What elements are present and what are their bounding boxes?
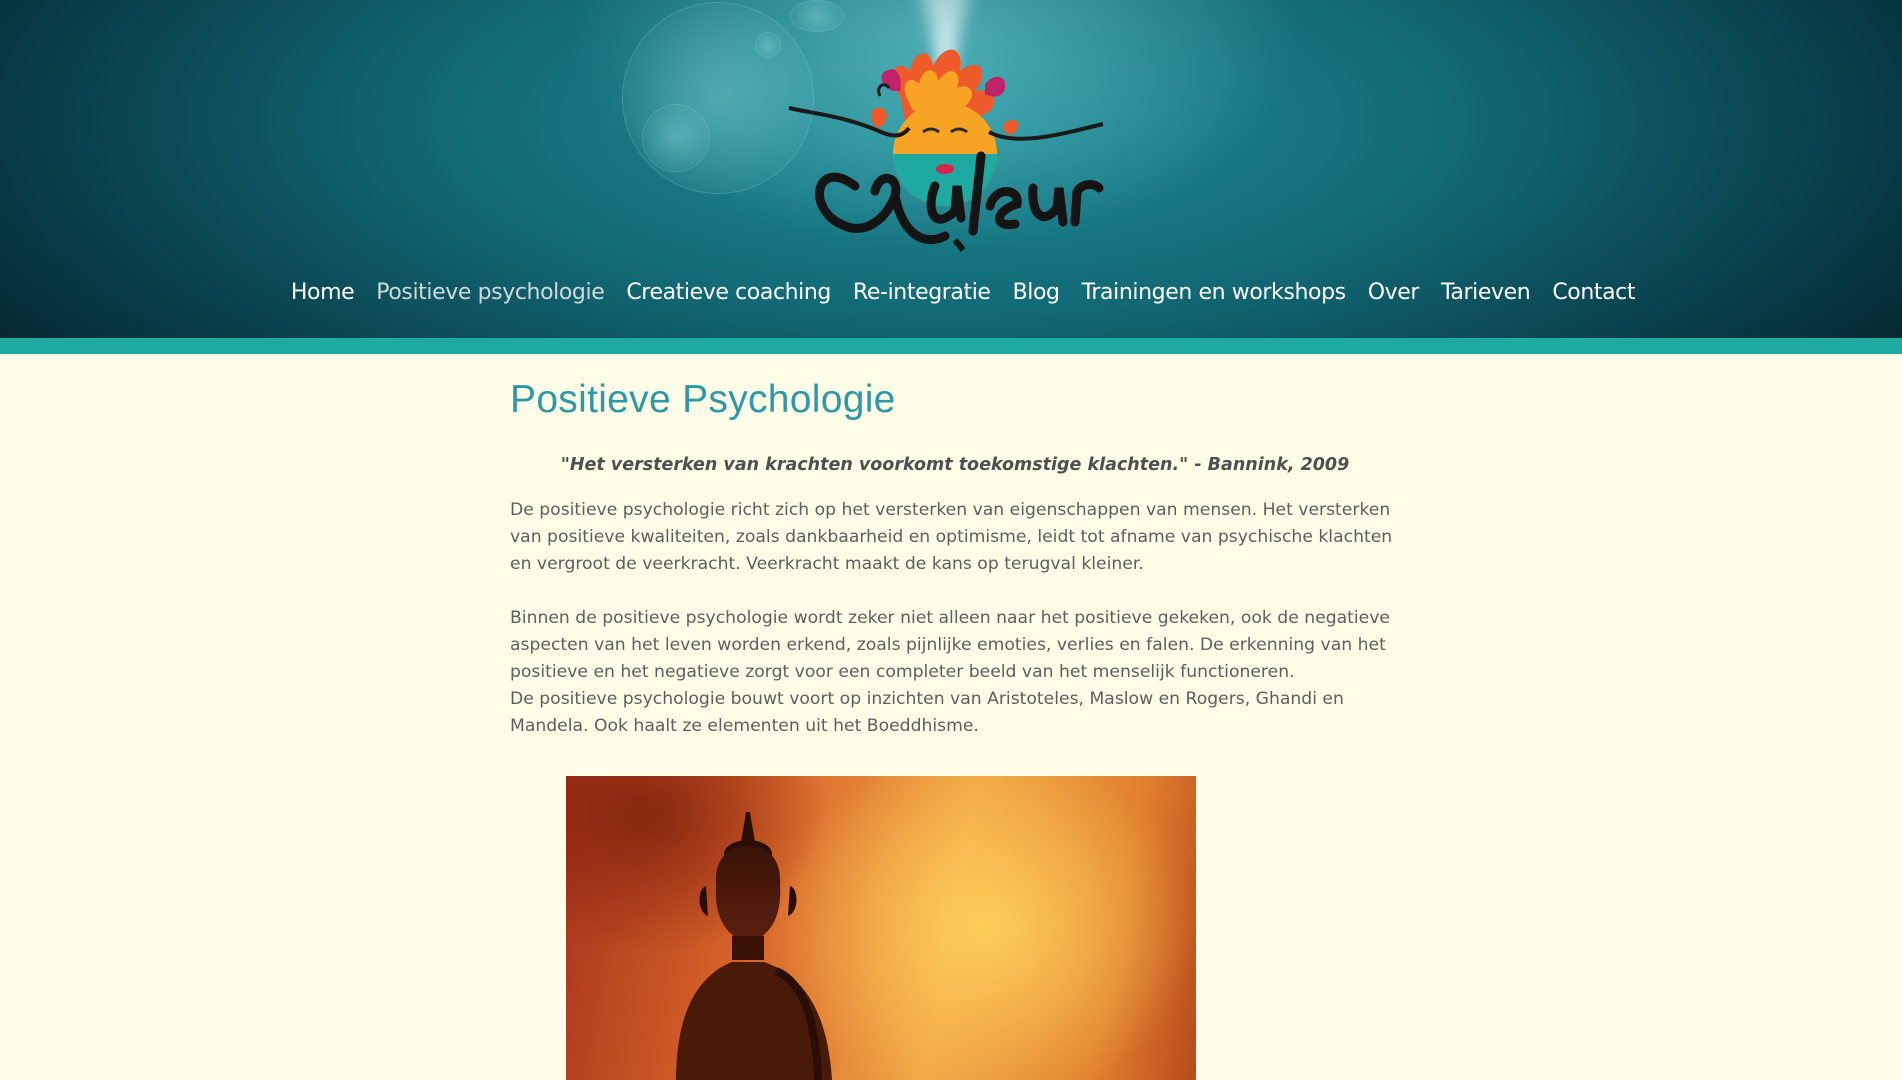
nav-positieve-psychologie[interactable]: Positieve psychologie — [376, 280, 604, 305]
nav-home[interactable]: Home — [291, 280, 355, 305]
buddha-statue-icon — [676, 812, 832, 1080]
quote: "Het versterken van krachten voorkomt to… — [560, 455, 1350, 475]
main-nav: Home Positieve psychologie Creatieve coa… — [0, 272, 1902, 312]
nav-trainingen-en-workshops[interactable]: Trainingen en workshops — [1082, 280, 1346, 305]
light-bokeh — [642, 104, 710, 172]
nav-re-integratie[interactable]: Re-integratie — [853, 280, 991, 305]
paragraph-text: De positieve psychologie bouwt voort op … — [510, 689, 1344, 736]
buddha-photo — [566, 776, 1196, 1080]
header-divider — [0, 338, 1902, 354]
paragraph: Binnen de positieve psychologie wordt ze… — [510, 605, 1415, 740]
nav-blog[interactable]: Blog — [1013, 280, 1060, 305]
site-logo[interactable] — [785, 36, 1105, 258]
nav-tarieven[interactable]: Tarieven — [1441, 280, 1531, 305]
site-header: Home Positieve psychologie Creatieve coa… — [0, 0, 1902, 338]
page-title: Positieve Psychologie — [510, 378, 896, 421]
nav-over[interactable]: Over — [1368, 280, 1420, 305]
paragraph-text: Binnen de positieve psychologie wordt ze… — [510, 608, 1391, 682]
light-bokeh — [790, 0, 844, 32]
nav-contact[interactable]: Contact — [1552, 280, 1635, 305]
nav-creatieve-coaching[interactable]: Creatieve coaching — [626, 280, 831, 305]
light-bokeh — [755, 32, 781, 58]
paragraph: De positieve psychologie richt zich op h… — [510, 500, 1393, 574]
main-content: Positieve Psychologie "Het versterken va… — [510, 378, 1410, 740]
